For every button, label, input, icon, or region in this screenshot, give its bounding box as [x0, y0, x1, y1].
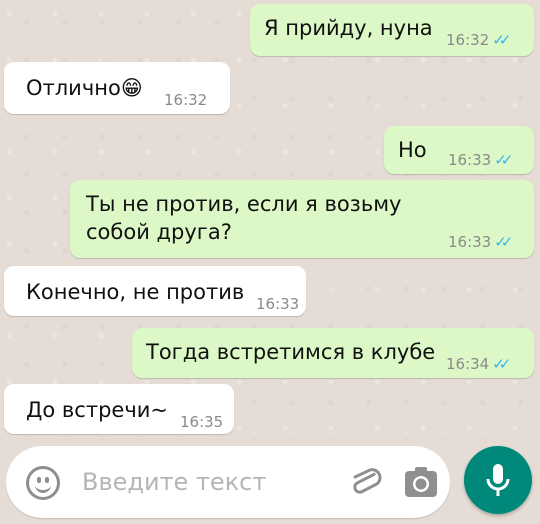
camera-icon[interactable] — [404, 466, 438, 498]
message-time: 16:33 — [448, 151, 492, 169]
emoji-icon[interactable] — [26, 466, 60, 500]
message-input-bar: Введите текст — [6, 446, 450, 518]
message-text: Ты не против, если я возьму собой друга? — [86, 192, 402, 244]
message-meta: 16:33 ✓✓ — [448, 228, 513, 256]
message-text: Отлично😁 — [26, 74, 143, 102]
read-ticks-icon: ✓✓ — [492, 31, 511, 49]
message-meta: 16:32 ✓✓ — [446, 26, 511, 54]
read-ticks-icon: ✓✓ — [494, 233, 513, 251]
message-outgoing[interactable]: Я прийду, нуна 16:32 ✓✓ — [250, 4, 534, 56]
message-text: Но — [398, 138, 427, 162]
message-outgoing[interactable]: Ты не против, если я возьму собой друга?… — [70, 180, 534, 258]
message-text: До встречи~ — [26, 398, 168, 422]
message-outgoing[interactable]: Но 16:33 ✓✓ — [384, 126, 534, 174]
message-text: Тогда встретимся в клубе — [146, 340, 436, 364]
message-incoming[interactable]: До встречи~ 16:35 — [4, 384, 234, 434]
paperclip-icon[interactable] — [346, 462, 386, 502]
message-time: 16:33 — [448, 233, 492, 251]
message-meta: 16:33 ✓✓ — [448, 146, 513, 174]
message-meta: 16:33 — [256, 290, 299, 318]
message-text: Я прийду, нуна — [264, 16, 433, 40]
message-time: 16:33 — [256, 295, 300, 313]
message-input[interactable]: Введите текст — [82, 466, 266, 498]
message-outgoing[interactable]: Тогда встретимся в клубе 16:34 ✓✓ — [132, 328, 534, 378]
message-time: 16:32 — [164, 91, 208, 109]
message-meta: 16:35 — [180, 408, 223, 436]
grinning-emoji-icon: 😁 — [120, 76, 143, 100]
read-ticks-icon: ✓✓ — [494, 151, 513, 169]
message-time: 16:34 — [446, 355, 490, 373]
message-text: Конечно, не против — [26, 280, 245, 304]
message-body: Отлично — [26, 76, 121, 100]
message-time: 16:32 — [446, 31, 490, 49]
chat-area: Я прийду, нуна 16:32 ✓✓ Отлично😁 16:32 Н… — [0, 0, 540, 440]
message-meta: 16:34 ✓✓ — [446, 350, 511, 378]
emoji-mouth — [35, 482, 51, 493]
message-incoming[interactable]: Отлично😁 16:32 — [4, 62, 230, 114]
message-incoming[interactable]: Конечно, не против 16:33 — [4, 266, 306, 316]
message-meta: 16:32 — [164, 86, 207, 114]
read-ticks-icon: ✓✓ — [492, 355, 511, 373]
message-time: 16:35 — [180, 413, 224, 431]
microphone-icon[interactable] — [464, 446, 532, 514]
